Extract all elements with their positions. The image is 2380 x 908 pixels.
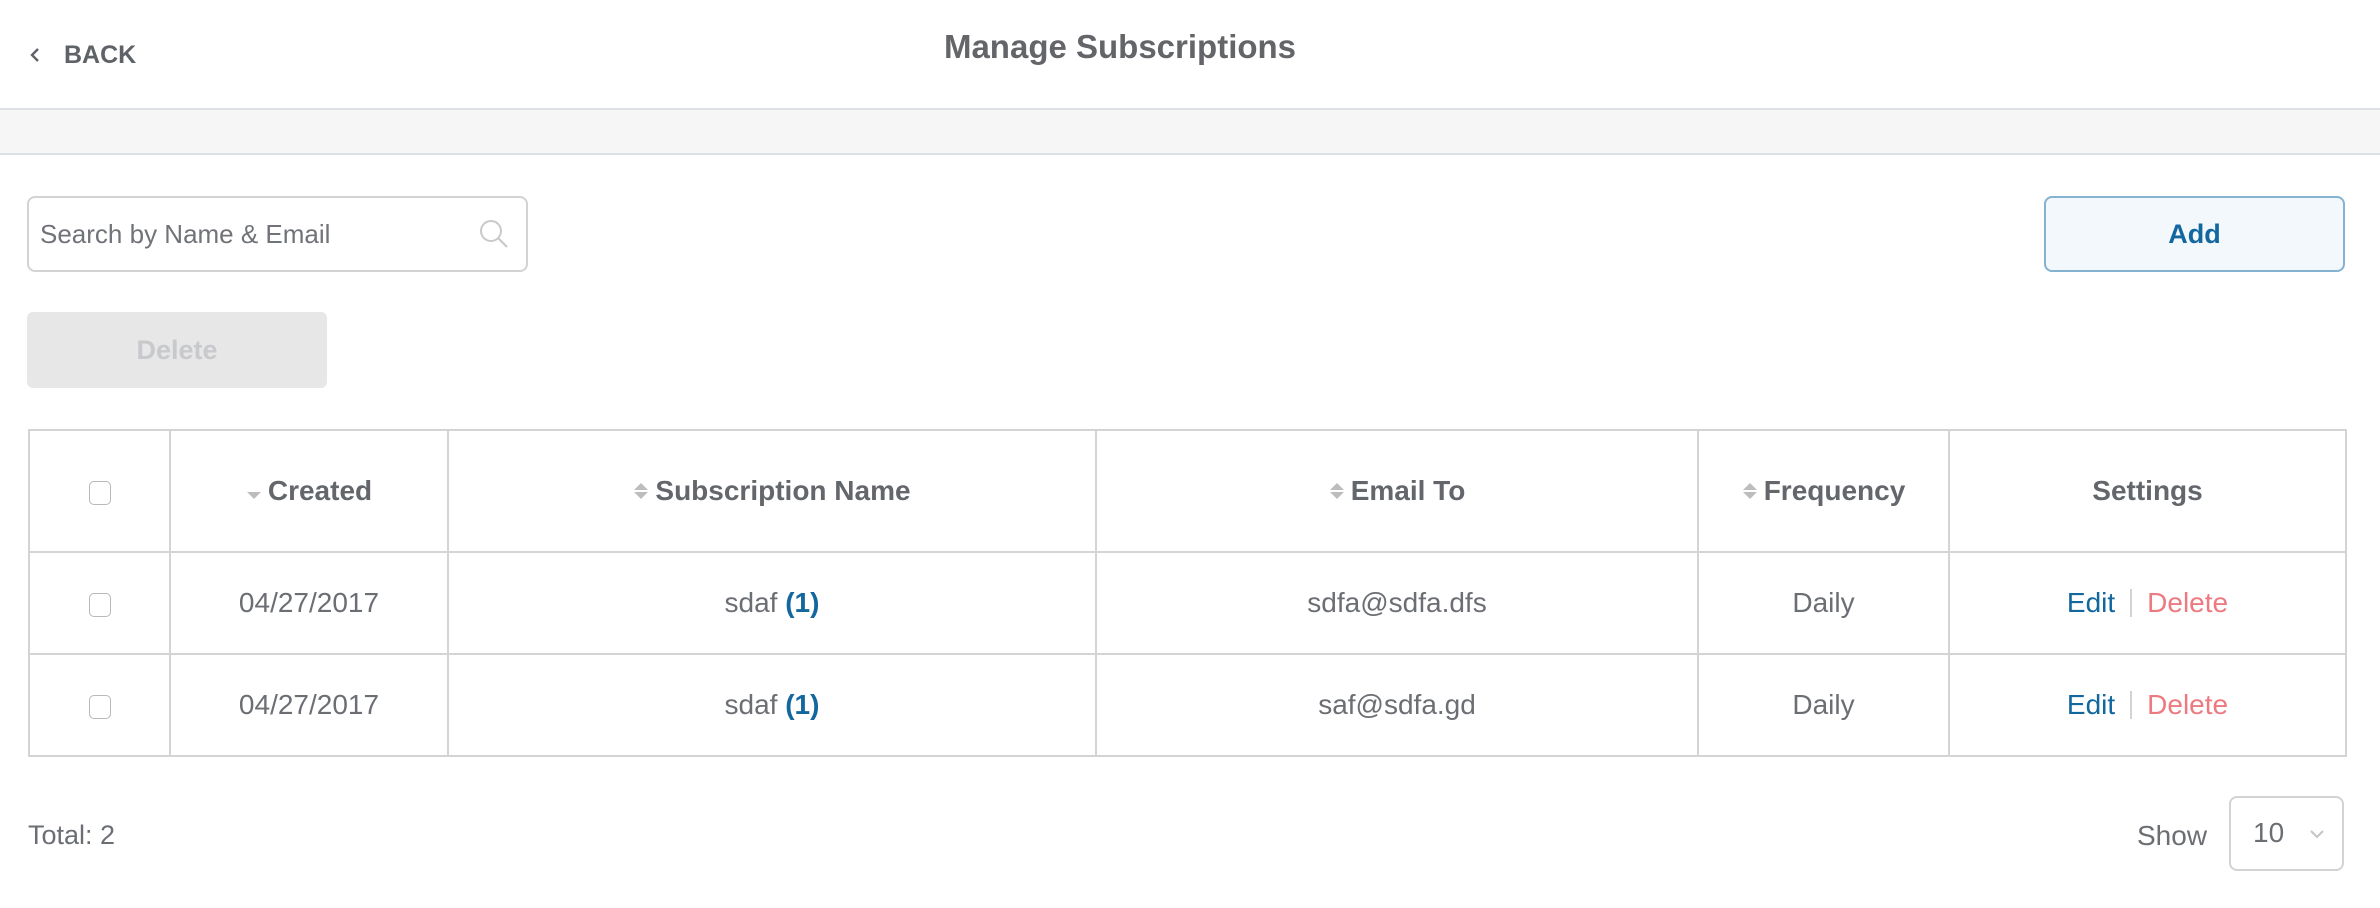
search-icon[interactable] — [478, 218, 510, 250]
email-cell: sdfa@sdfa.dfs — [1095, 551, 1699, 655]
column-header-label: Settings — [2092, 475, 2203, 506]
search-input[interactable] — [29, 198, 469, 270]
row-checkbox[interactable] — [88, 694, 111, 719]
email-cell: saf@sdfa.gd — [1095, 653, 1699, 757]
sort-descending-icon — [246, 491, 261, 499]
row-select-cell — [28, 551, 171, 655]
subscription-name-cell: sdaf (1) — [447, 653, 1097, 757]
column-header-frequency[interactable]: Frequency — [1697, 429, 1950, 553]
column-header-settings: Settings — [1948, 429, 2347, 553]
column-header-subscription-name[interactable]: Subscription Name — [447, 429, 1097, 553]
created-cell: 04/27/2017 — [169, 551, 449, 655]
sort-icon — [1742, 482, 1757, 499]
column-header-label: Email To — [1350, 475, 1466, 506]
sort-icon — [634, 482, 649, 499]
row-select-cell — [28, 653, 171, 757]
subscription-count-link[interactable]: (1) — [785, 587, 819, 618]
page-size-value: 10 — [2253, 817, 2285, 848]
row-checkbox[interactable] — [88, 592, 111, 617]
delete-link[interactable]: Delete — [2147, 587, 2228, 618]
divider — [2130, 588, 2133, 617]
column-header-created[interactable]: Created — [169, 429, 449, 553]
subscription-name: sdaf — [724, 689, 778, 720]
created-cell: 04/27/2017 — [169, 653, 449, 757]
show-label: Show — [2137, 820, 2208, 851]
page-size-select[interactable]: 10 — [2229, 796, 2344, 871]
edit-link[interactable]: Edit — [2067, 689, 2115, 720]
settings-cell: Edit Delete — [1948, 653, 2347, 757]
select-all-checkbox[interactable] — [88, 480, 111, 505]
subscription-name-cell: sdaf (1) — [447, 551, 1097, 655]
column-header-label: Created — [267, 475, 373, 506]
bulk-delete-button[interactable]: Delete — [27, 312, 327, 388]
sub-header-band — [0, 110, 2380, 155]
subscriptions-table: Created Subscription Name Email To Frequ… — [28, 429, 2347, 757]
table-header-row: Created Subscription Name Email To Frequ… — [28, 429, 2347, 553]
column-header-email-to[interactable]: Email To — [1095, 429, 1699, 553]
select-all-header — [28, 429, 171, 553]
add-button[interactable]: Add — [2044, 196, 2345, 272]
table-row: 04/27/2017 sdaf (1) saf@sdfa.gd Daily Ed… — [28, 653, 2347, 757]
chevron-down-icon — [2310, 830, 2324, 839]
search-box[interactable] — [27, 196, 528, 272]
column-header-label: Frequency — [1763, 475, 1906, 506]
settings-cell: Edit Delete — [1948, 551, 2347, 655]
page-header: BACK Manage Subscriptions — [0, 0, 2380, 110]
delete-link[interactable]: Delete — [2147, 689, 2228, 720]
subscription-count-link[interactable]: (1) — [785, 689, 819, 720]
total-count: Total: 2 — [28, 820, 116, 850]
column-header-label: Subscription Name — [655, 475, 911, 506]
frequency-cell: Daily — [1697, 551, 1950, 655]
edit-link[interactable]: Edit — [2067, 587, 2115, 618]
table-row: 04/27/2017 sdaf (1) sdfa@sdfa.dfs Daily … — [28, 551, 2347, 655]
frequency-cell: Daily — [1697, 653, 1950, 757]
subscription-name: sdaf — [724, 587, 778, 618]
page-title: Manage Subscriptions — [943, 28, 1297, 65]
divider — [2130, 690, 2133, 719]
sort-icon — [1329, 482, 1344, 499]
